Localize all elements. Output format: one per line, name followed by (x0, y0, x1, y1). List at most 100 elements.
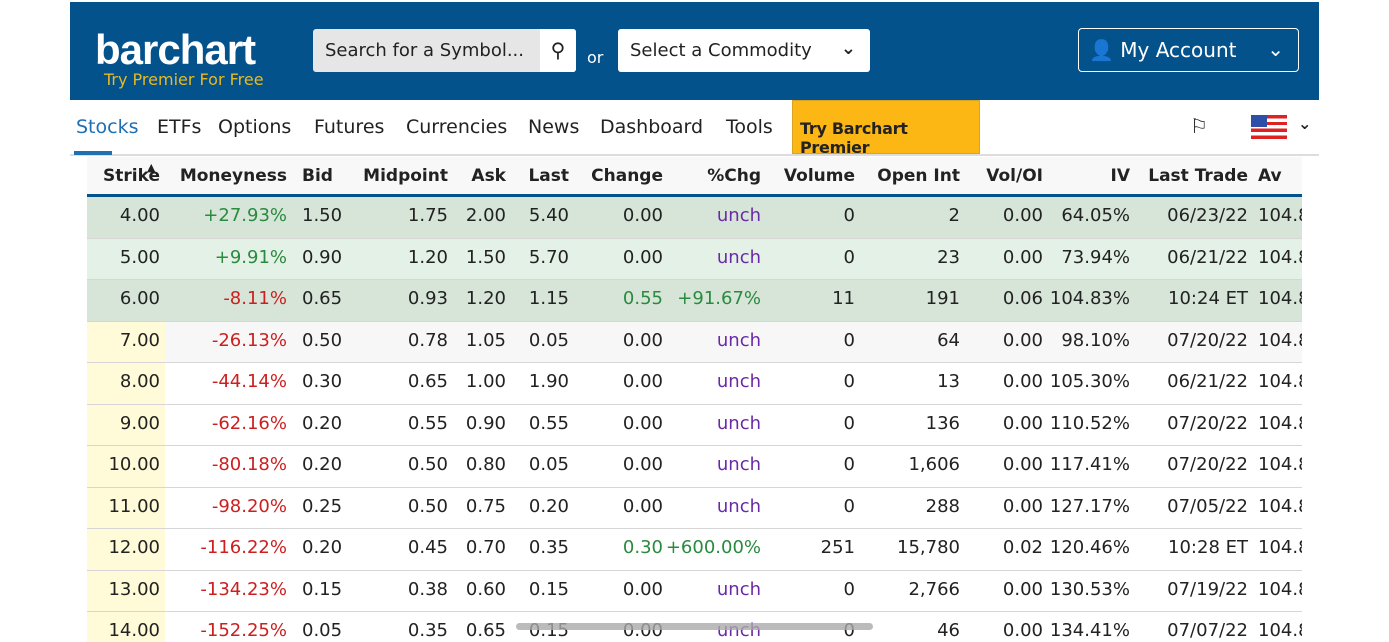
cell-last-trade: 07/20/22 (1167, 412, 1248, 434)
cell-strike: 10.00 (108, 454, 160, 475)
cell-moneyness: -80.18% (211, 454, 287, 475)
cell-open-int: 13 (937, 371, 960, 392)
cell-open-int: 15,780 (897, 537, 960, 558)
column-header-open-int[interactable]: Open Int (877, 166, 960, 186)
column-header-volume[interactable]: Volume (784, 166, 855, 186)
try-premier-button[interactable]: Try Barchart Premier (792, 100, 980, 157)
cell-strike: 4.00 (119, 205, 160, 226)
or-label: or (587, 48, 604, 67)
cell-strike: 5.00 (119, 246, 160, 268)
cell-avg: 104.8 (1258, 329, 1302, 351)
cell-midpoint: 0.78 (407, 329, 448, 351)
cell-volume: 11 (832, 288, 855, 309)
cell-midpoint: 1.75 (407, 205, 448, 226)
cell-pct-change: unch (716, 329, 761, 351)
cell-avg: 104.8 (1258, 495, 1302, 517)
cell-iv: 117.41% (1049, 454, 1130, 475)
cell-bid: 0.90 (302, 246, 343, 268)
cell-last-trade: 06/21/22 (1167, 246, 1248, 268)
cell-volume: 0 (843, 412, 855, 434)
cell-change: 0.00 (622, 495, 663, 517)
symbol-search-input[interactable]: Search for a Symbol... ⚲ (313, 29, 576, 72)
cell-strike: 11.00 (108, 495, 160, 517)
table-row[interactable]: 11.00 -98.20% 0.25 0.50 0.75 0.20 0.00 unch 0 288… (87, 487, 1302, 529)
column-header-last-trade[interactable]: Last Trade (1148, 166, 1248, 186)
cell-moneyness: -8.11% (223, 288, 287, 309)
premier-tagline[interactable]: Try Premier For Free (104, 70, 264, 89)
cell-last: 0.55 (528, 412, 569, 434)
cell-vol-oi: 0.02 (1002, 537, 1043, 558)
cell-change: 0.00 (622, 454, 663, 475)
search-icon[interactable]: ⚲ (540, 29, 576, 72)
cell-open-int: 136 (925, 412, 960, 434)
active-tab-indicator (74, 151, 112, 155)
cell-bid: 0.20 (302, 454, 343, 475)
cell-ask: 0.90 (465, 412, 506, 434)
column-header-bid[interactable]: Bid (302, 166, 333, 186)
commodity-label: Select a Commodity (630, 40, 812, 61)
cell-bid: 0.15 (302, 578, 343, 600)
cell-strike: 8.00 (119, 371, 160, 392)
cell-iv: 105.30% (1049, 371, 1130, 392)
horizontal-scrollbar[interactable] (516, 623, 873, 630)
cell-last: 0.35 (528, 537, 569, 558)
table-row[interactable]: 8.00 -44.14% 0.30 0.65 1.00 1.90 0.00 unch 0 13 0.… (87, 363, 1302, 405)
table-row[interactable]: 13.00 -134.23% 0.15 0.38 0.60 0.15 0.00 unch 0 2,… (87, 570, 1302, 612)
cell-vol-oi: 0.00 (1002, 495, 1043, 517)
column-header-pct-change[interactable]: %Chg (707, 166, 761, 186)
barchart-logo[interactable]: barchart (95, 26, 256, 74)
cell-avg: 104.8 (1258, 288, 1302, 309)
nav-options[interactable]: Options (218, 116, 291, 138)
nav-futures[interactable]: Futures (314, 116, 384, 138)
table-row[interactable]: 4.00 +27.93% 1.50 1.75 2.00 5.40 0.00 unch 0 2 0.0… (87, 197, 1302, 239)
cell-pct-change: unch (716, 205, 761, 226)
my-account-button[interactable]: 👤 My Account ⌄ (1078, 28, 1299, 72)
cell-last: 0.05 (528, 329, 569, 351)
cell-vol-oi: 0.00 (1002, 329, 1043, 351)
cell-last-trade: 07/07/22 (1167, 620, 1248, 641)
column-header-moneyness[interactable]: Moneyness (180, 166, 287, 186)
nav-stocks[interactable]: Stocks (76, 116, 138, 138)
table-row[interactable]: 12.00 -116.22% 0.20 0.45 0.70 0.35 0.30 +600.00… (87, 529, 1302, 571)
cell-last-trade: 07/20/22 (1167, 329, 1248, 351)
table-row[interactable]: 9.00 -62.16% 0.20 0.55 0.90 0.55 0.00 unch 0 136 0… (87, 404, 1302, 446)
nav-dashboard[interactable]: Dashboard (600, 116, 703, 138)
cell-pct-change: unch (716, 246, 761, 268)
cell-strike: 14.00 (108, 620, 160, 641)
flag-icon[interactable]: ⚐ (1190, 114, 1208, 138)
commodity-select[interactable]: Select a Commodity ⌄ (618, 29, 870, 72)
table-row[interactable]: 6.00 -8.11% 0.65 0.93 1.20 1.15 0.55 +91.67% 11 1… (87, 280, 1302, 322)
cell-pct-change: unch (716, 371, 761, 392)
cell-midpoint: 0.45 (407, 537, 448, 558)
cell-vol-oi: 0.00 (1002, 578, 1043, 600)
nav-etfs[interactable]: ETFs (157, 116, 201, 138)
column-header-midpoint[interactable]: Midpoint (363, 166, 448, 186)
cell-moneyness: +9.91% (214, 246, 287, 268)
cell-moneyness: -44.14% (211, 371, 287, 392)
column-header-avg[interactable]: Av (1258, 166, 1282, 186)
column-header-last[interactable]: Last (528, 166, 569, 186)
nav-tools[interactable]: Tools (726, 116, 773, 138)
us-flag-icon[interactable] (1251, 115, 1287, 139)
cell-moneyness: -98.20% (211, 495, 287, 517)
column-header-vol-oi[interactable]: Vol/OI (986, 166, 1043, 186)
cell-moneyness: -26.13% (211, 329, 287, 351)
column-header-ask[interactable]: Ask (471, 166, 506, 186)
nav-news[interactable]: News (528, 116, 579, 138)
column-header-change[interactable]: Change (591, 166, 663, 186)
cell-change: 0.30 (622, 537, 663, 558)
cell-moneyness: +27.93% (203, 205, 287, 226)
table-row[interactable]: 5.00 +9.91% 0.90 1.20 1.50 5.70 0.00 unch 0 23 0.0… (87, 238, 1302, 280)
cell-ask: 2.00 (465, 205, 506, 226)
cell-open-int: 191 (925, 288, 960, 309)
cell-open-int: 64 (937, 329, 960, 351)
table-row[interactable]: 7.00 -26.13% 0.50 0.78 1.05 0.05 0.00 unch 0 64 0.… (87, 321, 1302, 363)
cell-iv: 127.17% (1049, 495, 1130, 517)
chevron-down-icon[interactable]: ⌄ (1298, 114, 1311, 133)
cell-change: 0.00 (622, 205, 663, 226)
cell-avg: 104.8 (1258, 578, 1302, 600)
nav-currencies[interactable]: Currencies (406, 116, 507, 138)
cell-open-int: 46 (937, 620, 960, 641)
column-header-iv[interactable]: IV (1111, 166, 1130, 186)
table-row[interactable]: 10.00 -80.18% 0.20 0.50 0.80 0.05 0.00 unch 0 1,6… (87, 446, 1302, 488)
